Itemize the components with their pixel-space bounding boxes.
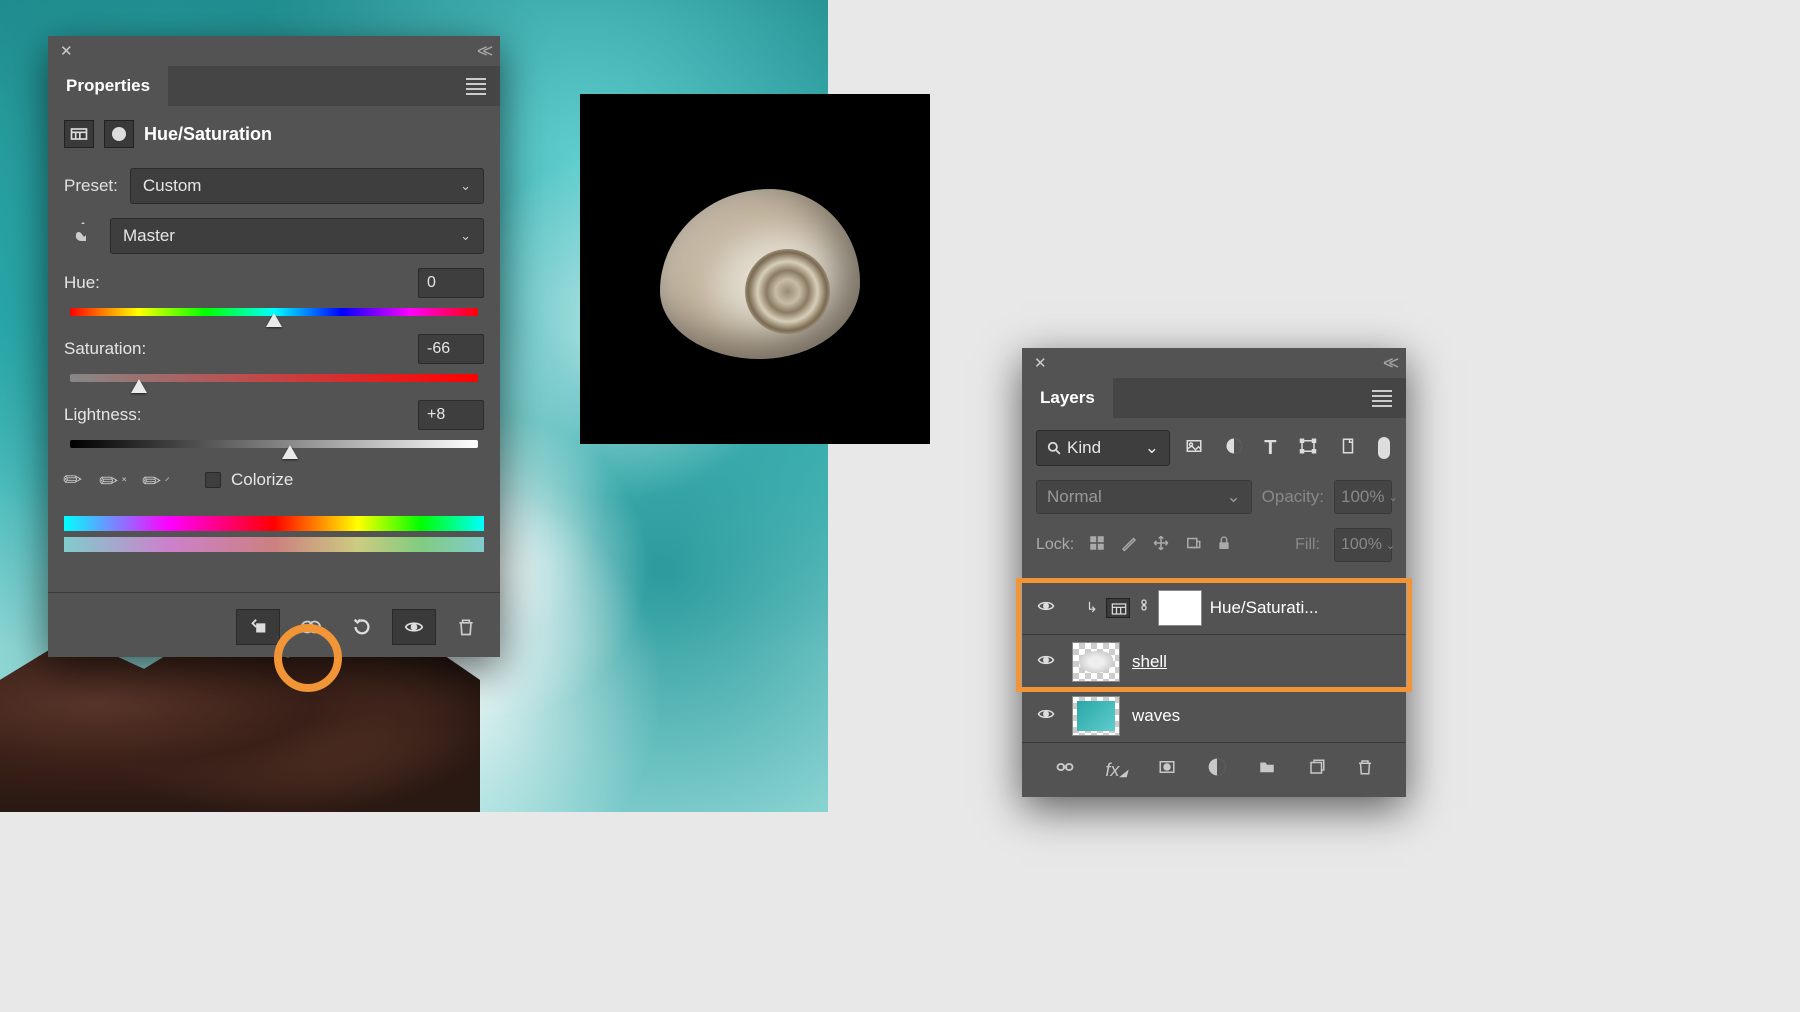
lightness-field[interactable]: [418, 400, 484, 430]
range-value: Master: [123, 226, 175, 246]
lock-label: Lock:: [1036, 536, 1074, 554]
input-spectrum[interactable]: [64, 516, 484, 531]
output-spectrum[interactable]: [64, 537, 484, 552]
spectrum-bars: [64, 516, 484, 552]
chevron-down-icon: ⌄: [460, 178, 471, 194]
properties-tab[interactable]: Properties: [48, 66, 168, 106]
preset-value: Custom: [143, 176, 202, 196]
shell-spiral-decor: [745, 249, 830, 334]
colorize-checkbox[interactable]: [205, 472, 221, 488]
opacity-field[interactable]: 100%⌄: [1334, 480, 1392, 514]
hue-slider[interactable]: [70, 308, 478, 316]
range-dropdown[interactable]: Master ⌄: [110, 218, 484, 254]
layer-waves[interactable]: waves: [1022, 689, 1406, 743]
close-icon[interactable]: ✕: [60, 42, 73, 60]
layer-mask-thumb[interactable]: [1158, 590, 1202, 626]
layers-tab[interactable]: Layers: [1022, 378, 1113, 418]
clipping-indicator-icon: ↳: [1086, 599, 1098, 616]
lightness-thumb[interactable]: [282, 445, 298, 459]
mask-icon[interactable]: [104, 120, 134, 148]
panel-menu-icon[interactable]: [452, 75, 500, 98]
hue-label: Hue:: [64, 273, 100, 293]
layer-name[interactable]: shell: [1132, 652, 1167, 672]
visibility-icon[interactable]: [1034, 649, 1060, 675]
preset-dropdown[interactable]: Custom ⌄: [130, 168, 484, 204]
panel-menu-icon[interactable]: [1358, 387, 1406, 410]
fill-field[interactable]: 100%⌄: [1334, 528, 1392, 562]
adjustment-name: Hue/Saturation: [144, 124, 272, 145]
adjustment-layer-icon: [1106, 598, 1130, 618]
layer-name[interactable]: waves: [1132, 706, 1180, 726]
new-adjustment-button[interactable]: [1207, 757, 1227, 783]
filter-adjustment-icon[interactable]: [1225, 437, 1243, 460]
hue-field[interactable]: [418, 268, 484, 298]
opacity-label: Opacity:: [1262, 480, 1324, 514]
hue-thumb[interactable]: [266, 313, 282, 327]
layer-thumb[interactable]: [1072, 696, 1120, 736]
layer-shell[interactable]: shell: [1022, 635, 1406, 689]
properties-tab-strip: Properties: [48, 66, 500, 106]
lock-all-icon[interactable]: [1216, 534, 1232, 557]
blend-mode-value: Normal: [1047, 487, 1102, 507]
eyedropper-icon[interactable]: ✎: [58, 464, 89, 495]
saturation-label: Saturation:: [64, 339, 146, 359]
collapse-icon[interactable]: <<: [477, 41, 488, 62]
fx-button[interactable]: fx◢: [1105, 760, 1127, 781]
new-layer-button[interactable]: [1307, 758, 1327, 782]
toggle-visibility-button[interactable]: [392, 609, 436, 645]
scrubby-icon[interactable]: [64, 221, 98, 251]
preset-label: Preset:: [64, 176, 118, 196]
fill-label: Fill:: [1295, 536, 1320, 554]
saturation-slider[interactable]: [70, 374, 478, 382]
delete-button[interactable]: [444, 609, 488, 645]
layers-panel-head: ✕ <<: [1022, 348, 1406, 378]
lock-position-icon[interactable]: [1152, 534, 1170, 557]
visibility-icon[interactable]: [1034, 703, 1060, 729]
layer-list: ↳ Hue/Saturati... shell waves: [1022, 580, 1406, 743]
lightness-slider[interactable]: [70, 440, 478, 448]
adjustment-type-icon[interactable]: [64, 120, 94, 148]
chevron-down-icon: ⌄: [1226, 487, 1240, 507]
filter-toggle[interactable]: [1378, 437, 1390, 459]
layer-thumb[interactable]: [1072, 642, 1120, 682]
lock-artboard-icon[interactable]: [1184, 534, 1202, 557]
eyedropper-add-icon[interactable]: ✎+: [94, 462, 131, 499]
clip-to-layer-button[interactable]: [236, 609, 280, 645]
chevron-down-icon: ⌄: [460, 228, 471, 244]
layer-hue-saturation[interactable]: ↳ Hue/Saturati...: [1022, 581, 1406, 635]
properties-panel-head: ✕ <<: [48, 36, 500, 66]
filter-pixel-icon[interactable]: [1184, 437, 1204, 460]
link-icon: [1138, 595, 1150, 620]
layers-tab-strip: Layers: [1022, 378, 1406, 418]
view-previous-button[interactable]: [288, 609, 332, 645]
collapse-icon[interactable]: <<: [1383, 353, 1394, 374]
blend-mode-dropdown[interactable]: Normal ⌄: [1036, 480, 1252, 514]
layers-footer: fx◢: [1022, 743, 1406, 797]
link-layers-button[interactable]: [1054, 758, 1076, 782]
shell-canvas: [580, 94, 930, 444]
colorize-label: Colorize: [231, 470, 293, 490]
add-mask-button[interactable]: [1156, 758, 1178, 782]
layers-panel: ✕ << Layers Kind ⌄ T: [1022, 348, 1406, 797]
eyedropper-subtract-icon[interactable]: ✎−: [136, 462, 173, 499]
chevron-down-icon: ⌄: [1145, 438, 1159, 458]
new-group-button[interactable]: [1256, 758, 1278, 782]
delete-layer-button[interactable]: [1356, 757, 1374, 783]
close-icon[interactable]: ✕: [1034, 354, 1047, 372]
reset-button[interactable]: [340, 609, 384, 645]
filter-kind-label: Kind: [1067, 438, 1101, 458]
filter-shape-icon[interactable]: [1298, 437, 1318, 460]
layer-name[interactable]: Hue/Saturati...: [1210, 598, 1319, 618]
saturation-thumb[interactable]: [131, 379, 147, 393]
visibility-icon[interactable]: [1034, 595, 1060, 621]
filter-type-icon[interactable]: T: [1264, 437, 1276, 460]
lock-brush-icon[interactable]: [1120, 534, 1138, 557]
lock-pixels-icon[interactable]: [1088, 534, 1106, 557]
lightness-label: Lightness:: [64, 405, 142, 425]
saturation-field[interactable]: [418, 334, 484, 364]
filter-smart-icon[interactable]: [1339, 436, 1357, 461]
shell-shape-decor: [660, 189, 860, 359]
properties-panel: ✕ << Properties Hue/Saturation Preset: C…: [48, 36, 500, 657]
filter-kind-dropdown[interactable]: Kind ⌄: [1036, 430, 1170, 466]
